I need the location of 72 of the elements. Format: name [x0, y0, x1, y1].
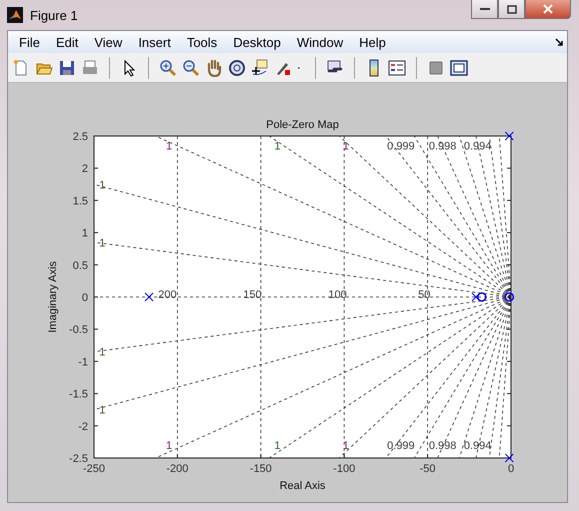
x-tick-label: -250 [82, 463, 106, 475]
y-tick-label: -1.5 [69, 388, 88, 401]
dock-arrow-icon[interactable] [555, 38, 563, 46]
data-cursor-icon[interactable] [251, 58, 269, 76]
menu-item[interactable]: Desktop [225, 34, 289, 50]
grid-label: 1 [166, 140, 172, 153]
pole-marker [504, 454, 514, 462]
x-tick-label: -150 [250, 463, 272, 475]
y-tick-label: 0.5 [72, 260, 88, 272]
grid-label: 0.994 [464, 440, 492, 452]
x-tick-label: -100 [333, 463, 356, 475]
save-icon[interactable] [58, 58, 76, 76]
y-tick-label: 2 [82, 163, 88, 176]
pole-marker [471, 292, 480, 302]
y-tick-label: 1 [82, 228, 88, 240]
y-tick-label: 0 [82, 292, 88, 304]
grid-label: 1 [99, 404, 106, 417]
x-tick-label: -50 [420, 463, 436, 475]
logo-icon [7, 7, 23, 23]
x-tick-label: 0 [508, 463, 514, 475]
grid-label: 50 [418, 288, 430, 301]
menu-item[interactable]: Edit [48, 34, 86, 50]
grid-label: 150 [243, 288, 262, 301]
window-icon[interactable] [450, 58, 468, 76]
legend-icon[interactable] [388, 58, 406, 76]
close-icon [543, 4, 553, 14]
grid-label: 1 [99, 346, 106, 359]
grid-label: 1 [274, 140, 281, 153]
square-icon[interactable] [427, 58, 445, 76]
menu-item[interactable]: Insert [130, 34, 179, 50]
y-tick-label: 1.5 [72, 195, 88, 208]
pole-marker [144, 292, 154, 302]
grid-label: 1 [342, 140, 349, 153]
menu-item[interactable]: Tools [178, 34, 226, 50]
menu-item[interactable]: File [11, 34, 48, 50]
minimize-icon [480, 7, 490, 11]
y-tick-label: -1 [78, 356, 88, 368]
x-tick-label: -200 [166, 463, 188, 475]
zoom-out-icon[interactable] [182, 58, 200, 76]
y-tick-label: 2.5 [72, 131, 88, 143]
minimize-button[interactable] [471, 0, 498, 19]
x-axis-label: Real Axis [280, 480, 326, 492]
menu-item[interactable]: Window [288, 34, 352, 50]
y-tick-label: -2.5 [69, 453, 88, 465]
print-icon[interactable] [81, 58, 99, 76]
grid-label: 0.998 [428, 140, 456, 153]
zero-marker [477, 292, 487, 302]
zero-marker [504, 292, 514, 302]
grid-label: 1 [99, 179, 106, 192]
grid-label: 1 [274, 440, 281, 452]
chart-title: Pole-Zero Map [266, 119, 339, 131]
close-button[interactable] [525, 0, 571, 19]
grid-label: 1 [342, 440, 349, 452]
y-axis-label: Imaginary Axis [47, 261, 59, 333]
menu-item[interactable]: Help [351, 34, 394, 50]
grid-label: 100 [328, 288, 347, 301]
y-tick-label: -2 [78, 420, 88, 433]
grid-label: 0.994 [464, 140, 492, 153]
grid-label: 1 [99, 237, 106, 250]
menu-item[interactable]: View [86, 34, 130, 50]
grid-label: 200 [158, 288, 177, 301]
grid-label: 0.999 [387, 140, 415, 153]
pole-marker [504, 132, 514, 140]
grid-label: 0.998 [428, 440, 456, 452]
window-title: Figure 1 [30, 8, 78, 22]
grid-label: 1 [166, 440, 172, 452]
y-tick-label: -0.5 [69, 324, 88, 336]
hand-icon[interactable] [205, 58, 223, 76]
maximize-button[interactable] [498, 0, 525, 19]
zoom-in-icon[interactable] [159, 58, 177, 76]
grid-label: 0.999 [387, 440, 415, 452]
maximize-icon [506, 4, 516, 14]
